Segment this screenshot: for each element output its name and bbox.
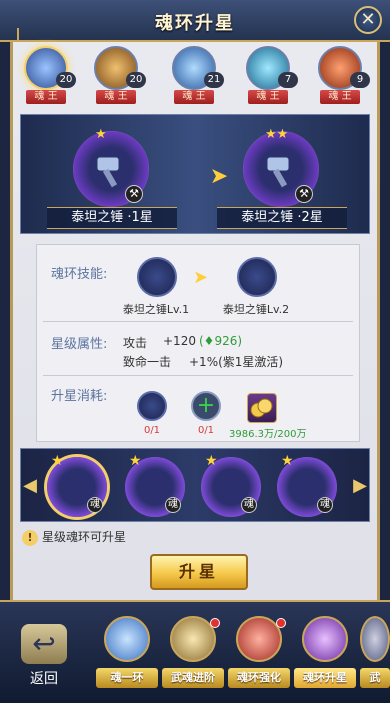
head-item-3[interactable]: 21 魂 王 (170, 46, 224, 106)
skill-label: 魂环技能: (51, 267, 108, 282)
divider (43, 375, 353, 376)
ring-slot-4[interactable]: ★ 魂 (277, 453, 337, 517)
hint-text-row: ! 星级魂环可升星 (22, 528, 126, 546)
head-item-1[interactable]: 20 魂 王 (22, 46, 76, 106)
skill-icon[interactable] (137, 257, 177, 297)
tab-ring-upgrade-star[interactable]: 魂环升星 (294, 616, 356, 702)
head-item-5[interactable]: 9 魂 王 (316, 46, 370, 106)
notification-dot-icon (210, 618, 220, 628)
tab-partial[interactable]: 武 (360, 616, 390, 702)
head-tag: 魂 王 (320, 90, 360, 104)
soul-badge-icon: 魂 (165, 497, 181, 513)
tab-ring-enhance[interactable]: 魂环强化 (228, 616, 290, 702)
divider (43, 321, 353, 322)
window-title: 魂环升星 (155, 13, 235, 34)
attr1-name: 攻击 (123, 336, 148, 350)
head-tag: 魂 王 (26, 90, 66, 104)
back-label: 返回 (30, 671, 58, 687)
ring-slot-3[interactable]: ★ 魂 (201, 453, 261, 517)
skill-from-name: 泰坦之锤Lv.1 (122, 303, 190, 316)
head-count: 20 (56, 72, 76, 88)
star-icon: ★ (281, 453, 294, 469)
attr1-value: +120 (163, 334, 196, 348)
star-icon: ★ (95, 127, 107, 142)
scroll-left-icon[interactable]: ◀ (23, 475, 37, 497)
scroll-right-icon[interactable]: ▶ (353, 475, 367, 497)
back-button[interactable]: ↩ 返回 (14, 624, 74, 698)
upgrade-star-button[interactable]: 升星 (150, 554, 248, 590)
next-ring: ★★ ⚒ (243, 127, 319, 207)
head-tag: 魂 王 (96, 90, 136, 104)
tab-label: 魂一环 (96, 668, 158, 688)
current-ring: ★ ⚒ (73, 127, 149, 207)
tab-soul-ring[interactable]: 魂一环 (96, 616, 158, 702)
head-item-4[interactable]: 7 魂 王 (244, 46, 298, 106)
hammer-icon (96, 156, 120, 188)
attr-label: 星级属性: (51, 337, 108, 352)
bottom-nav: ↩ 返回 魂一环 武魂进阶 魂环强化 魂环升星 武 (0, 600, 390, 703)
head-tag: 魂 王 (248, 90, 288, 104)
soul-badge-icon: 魂 (87, 497, 103, 513)
ring-material-icon[interactable] (137, 391, 167, 421)
upgrade-preview: ★ ⚒ 泰坦之锤 ·1星 ➤ ★★ ⚒ 泰坦之锤 ·2星 (20, 114, 370, 234)
ring-slot-2[interactable]: ★ 魂 (125, 453, 185, 517)
hammer-icon (266, 156, 290, 188)
close-button[interactable]: ✕ (354, 6, 382, 34)
head-count: 7 (278, 72, 298, 88)
skill-icon[interactable] (237, 257, 277, 297)
tab-martial-soul-advance[interactable]: 武魂进阶 (162, 616, 224, 702)
head-count: 21 (204, 72, 224, 88)
gold-coins-icon (247, 393, 277, 423)
star-icon: ★ (205, 453, 218, 469)
head-item-2[interactable]: 20 魂 王 (92, 46, 146, 106)
notification-dot-icon (276, 618, 286, 628)
star-icon: ★ (129, 453, 142, 469)
next-ring-name: 泰坦之锤 ·2星 (217, 207, 347, 229)
cost2-count: 0/1 (197, 425, 215, 436)
crystal-icon (360, 616, 390, 662)
attr1-bonus: (♦926) (199, 334, 243, 348)
head-count: 9 (350, 72, 370, 88)
attr2-value: +1%(紫1星激活) (189, 355, 284, 369)
attr2-name: 致命一击 (123, 355, 172, 369)
tab-label: 武 (360, 668, 390, 688)
info-icon: ! (22, 529, 38, 546)
ring-selector-strip: ◀ ★ 魂 ★ 魂 ★ 魂 ★ 魂 ▶ (20, 448, 370, 522)
star-icon: ★★ (265, 127, 289, 142)
hint-text: 星级魂环可升星 (42, 530, 127, 544)
soul-ring-head-list: 20 魂 王 20 魂 王 21 魂 王 7 魂 王 9 魂 王 (22, 46, 372, 108)
arrow-right-icon: ➤ (209, 164, 229, 189)
cost3-count: 3986.3万/200万 (229, 429, 307, 440)
ring-slot-1[interactable]: ★ 魂 (47, 453, 107, 517)
head-tag: 魂 王 (174, 90, 214, 104)
upgrade-info: 魂环技能: 泰坦之锤Lv.1 ➤ 泰坦之锤Lv.2 星级属性: 攻击 +120 … (36, 244, 360, 442)
tab-label: 魂环升星 (294, 668, 356, 688)
tab-label: 武魂进阶 (162, 668, 224, 688)
add-material-icon[interactable]: + (191, 391, 221, 421)
soul-badge-icon: 魂 (241, 497, 257, 513)
weapon-badge-icon: ⚒ (295, 185, 313, 203)
cost1-count: 0/1 (143, 425, 161, 436)
cost-label: 升星消耗: (51, 389, 108, 404)
arrow-right-icon: ➤ (193, 267, 209, 288)
head-count: 20 (126, 72, 146, 88)
weapon-badge-icon: ⚒ (125, 185, 143, 203)
tab-label: 魂环强化 (228, 668, 290, 688)
skill-to-name: 泰坦之锤Lv.2 (222, 303, 290, 316)
crystal-icon (302, 616, 348, 662)
soul-badge-icon: 魂 (317, 497, 333, 513)
star-icon: ★ (51, 453, 64, 469)
title-bar: 魂环升星 ✕ (0, 0, 390, 42)
crystal-icon (104, 616, 150, 662)
back-arrow-icon: ↩ (21, 624, 67, 664)
current-ring-name: 泰坦之锤 ·1星 (47, 207, 177, 229)
